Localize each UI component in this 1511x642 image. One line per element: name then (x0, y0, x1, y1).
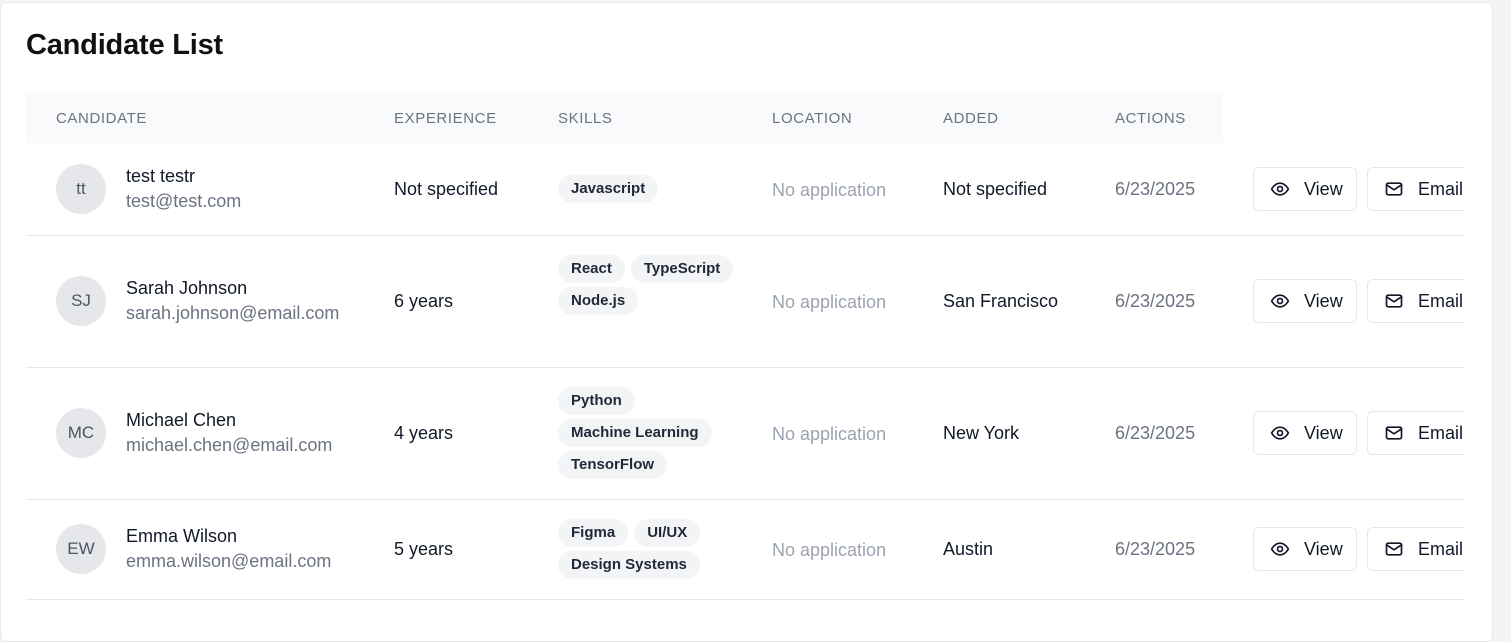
view-button-label: View (1304, 290, 1343, 311)
application-status: No application (772, 423, 887, 444)
candidate-email: test@test.com (126, 191, 242, 211)
candidate-table: CANDIDATE EXPERIENCE SKILLS LOCATION ADD… (26, 93, 1465, 641)
added-date: 6/23/2025 (1115, 422, 1196, 443)
column-header-candidate: CANDIDATE (56, 110, 147, 127)
email-button-label: Email (1418, 538, 1464, 559)
view-button[interactable]: View (1253, 527, 1357, 571)
eye-icon (1270, 291, 1290, 311)
table-row: SJ Sarah Johnson sarah.johnson@email.com 6 … (26, 235, 1465, 368)
email-button[interactable]: Email (1367, 411, 1465, 455)
column-header-added: ADDED (943, 110, 999, 127)
view-button[interactable]: View (1253, 279, 1357, 323)
candidate-info: Sarah Johnson sarah.johnson@email.com (126, 276, 339, 326)
skill-chip: Javascript (558, 175, 659, 203)
mail-icon (1384, 179, 1404, 199)
view-button-label: View (1304, 422, 1343, 443)
location-value: San Francisco (943, 290, 1059, 311)
experience-value: Not specified (394, 178, 499, 199)
mail-icon (1384, 423, 1404, 443)
email-button-label: Email (1418, 178, 1464, 199)
skill-chip: Design Systems (558, 551, 700, 579)
table-row: MC Michael Chen michael.chen@email.com 4 ye… (26, 367, 1465, 500)
experience-value: 6 years (394, 290, 454, 311)
email-button[interactable]: Email (1367, 279, 1465, 323)
skills-list: Figma UI/UX Design Systems (558, 519, 748, 579)
skill-chip: UI/UX (634, 519, 701, 547)
skill-chip: TensorFlow (558, 451, 668, 479)
avatar: MC (56, 408, 106, 458)
added-date: 6/23/2025 (1115, 290, 1196, 311)
table-row: EW Emma Wilson emma.wilson@email.com 5 year… (26, 499, 1465, 600)
application-status: No application (772, 179, 887, 200)
candidate-email: emma.wilson@email.com (126, 551, 332, 571)
avatar: EW (56, 524, 106, 574)
view-button-label: View (1304, 178, 1343, 199)
page-title: Candidate List (26, 29, 223, 61)
candidate-email: sarah.johnson@email.com (126, 303, 340, 323)
view-button[interactable]: View (1253, 411, 1357, 455)
skill-chip: Node.js (558, 287, 639, 315)
column-header-location: LOCATION (772, 110, 853, 127)
skill-chip: Python (558, 387, 635, 415)
candidate-name: test testr (126, 166, 196, 186)
application-status: No application (772, 291, 887, 312)
candidate-name: Michael Chen (126, 410, 237, 430)
skill-chip: Machine Learning (558, 419, 712, 447)
skill-chip: TypeScript (630, 255, 734, 283)
avatar: SJ (56, 276, 106, 326)
candidate-info: Emma Wilson emma.wilson@email.com (126, 524, 331, 574)
email-button[interactable]: Email (1367, 167, 1465, 211)
application-status: No application (772, 539, 887, 560)
skill-chip: Figma (558, 519, 629, 547)
table-row: tt test testr test@test.com Not specified Ja… (26, 143, 1465, 236)
candidate-name: Sarah Johnson (126, 278, 248, 298)
eye-icon (1270, 539, 1290, 559)
column-header-actions: ACTIONS (1115, 110, 1186, 127)
added-date: 6/23/2025 (1115, 178, 1196, 199)
table-header: CANDIDATE EXPERIENCE SKILLS LOCATION ADD… (26, 93, 1223, 143)
candidate-info: Michael Chen michael.chen@email.com (126, 408, 332, 458)
location-value: Austin (943, 538, 994, 559)
skill-chip: React (558, 255, 625, 283)
candidate-name: Emma Wilson (126, 526, 238, 546)
eye-icon (1270, 179, 1290, 199)
location-value: New York (943, 422, 1020, 443)
view-button-label: View (1304, 538, 1343, 559)
eye-icon (1270, 423, 1290, 443)
candidate-list-card: Candidate List CANDIDATE EXPERIENCE SKIL… (0, 2, 1493, 642)
mail-icon (1384, 291, 1404, 311)
email-button-label: Email (1418, 290, 1464, 311)
view-button[interactable]: View (1253, 167, 1357, 211)
added-date: 6/23/2025 (1115, 538, 1196, 559)
skills-list: Javascript (558, 175, 748, 203)
column-header-experience: EXPERIENCE (394, 110, 497, 127)
mail-icon (1384, 539, 1404, 559)
column-header-skills: SKILLS (558, 110, 613, 127)
candidate-email: michael.chen@email.com (126, 435, 333, 455)
avatar: tt (56, 164, 106, 214)
skills-list: Python Machine Learning TensorFlow (558, 387, 748, 479)
email-button[interactable]: Email (1367, 527, 1465, 571)
location-value: Not specified (943, 178, 1048, 199)
experience-value: 4 years (394, 422, 454, 443)
experience-value: 5 years (394, 538, 454, 559)
candidate-info: test testr test@test.com (126, 164, 241, 214)
skills-list: React TypeScript Node.js (558, 255, 748, 315)
email-button-label: Email (1418, 422, 1464, 443)
